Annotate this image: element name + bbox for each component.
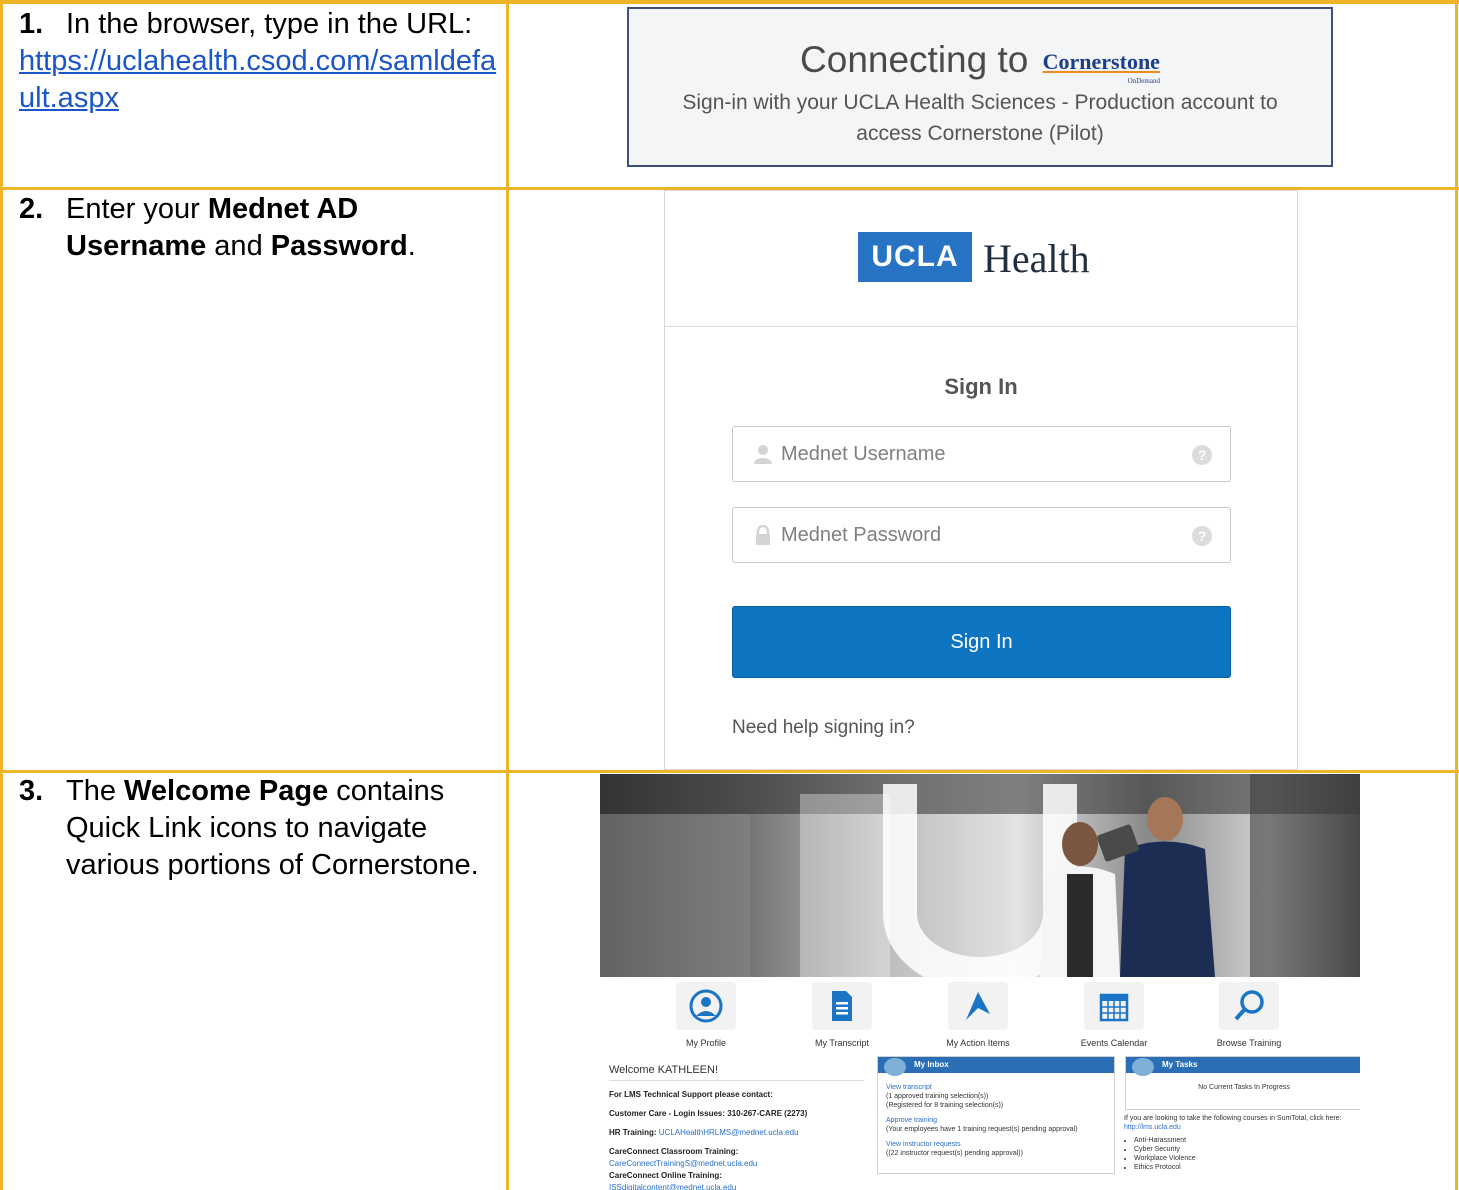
- transcript-icon: [832, 991, 852, 1021]
- calendar-icon: [1099, 993, 1129, 1022]
- username-field[interactable]: ?: [732, 426, 1231, 482]
- step-3-number: 3.: [19, 775, 44, 807]
- sumtotal-note: If you are looking to take the following…: [1124, 1114, 1354, 1172]
- sign-in-button[interactable]: Sign In: [732, 606, 1231, 678]
- list-item: Workplace Violence: [1134, 1154, 1354, 1163]
- list-item: Anti-Harassment: [1134, 1136, 1354, 1145]
- list-item: Ethics Protocol: [1134, 1163, 1354, 1172]
- sumtotal-course-list: Anti-Harassment Cyber Security Workplace…: [1134, 1136, 1354, 1172]
- quick-link-events-calendar[interactable]: Events Calendar: [1059, 982, 1169, 1048]
- banner-illustration: [600, 774, 1360, 977]
- welcome-banner-image: [600, 774, 1360, 977]
- list-item: Cyber Security: [1134, 1145, 1354, 1154]
- table-border-top: [0, 0, 1459, 4]
- login-url-link[interactable]: https://uclahealth.csod.com/samldefault.…: [19, 43, 497, 117]
- quick-links-bar: My Profile My Transcript My Action Items…: [600, 982, 1360, 1052]
- password-help-icon[interactable]: ?: [1192, 526, 1212, 546]
- connecting-screenshot: Connecting to Cornerstone OnDemand Sign-i…: [627, 7, 1333, 167]
- my-tasks-header: My Tasks: [1126, 1057, 1360, 1076]
- table-border-right: [1455, 0, 1458, 1190]
- inbox-icon: [884, 1058, 906, 1076]
- step-2-password-term: Password: [270, 230, 408, 262]
- my-inbox-header: My Inbox: [878, 1057, 1114, 1076]
- step-1-number: 1.: [19, 8, 44, 40]
- step-2-text: 2. Enter your Mednet AD Username and Pas…: [19, 191, 497, 265]
- quick-link-my-profile[interactable]: My Profile: [651, 982, 761, 1048]
- step-3-instruction: The Welcome Page contains Quick Link ico…: [66, 775, 479, 881]
- approve-training-link[interactable]: Approve training: [886, 1116, 1106, 1125]
- action-items-icon: [966, 992, 990, 1020]
- password-field[interactable]: ?: [732, 507, 1231, 563]
- my-inbox-panel: My Inbox View transcript (1 approved tra…: [877, 1056, 1115, 1174]
- cc-online-email[interactable]: ISSdigitalcontent@mednet.ucla.edu: [609, 1182, 864, 1190]
- quick-link-my-transcript[interactable]: My Transcript: [787, 982, 897, 1048]
- ucla-logo-box: UCLA: [858, 232, 972, 282]
- signin-heading: Sign In: [944, 374, 1018, 399]
- sumtotal-link[interactable]: http://lms.ucla.edu: [1124, 1124, 1181, 1131]
- table-border-left: [0, 0, 3, 1190]
- welcome-greeting: Welcome KATHLEEN!: [609, 1064, 864, 1081]
- step-3-text: 3. The Welcome Page contains Quick Link …: [19, 773, 497, 884]
- cornerstone-logo: Cornerstone OnDemand: [1042, 49, 1160, 86]
- username-input[interactable]: [781, 427, 1181, 481]
- step-1-text: 1. In the browser, type in the URL: http…: [19, 6, 497, 117]
- cc-classroom-email[interactable]: CareConnectTrainingS@mednet.ucla.edu: [609, 1158, 864, 1170]
- connecting-subtitle: Sign-in with your UCLA Health Sciences -…: [682, 91, 1278, 145]
- step-3-welcome-term: Welcome Page: [124, 775, 329, 807]
- quick-link-my-action-items[interactable]: My Action Items: [923, 982, 1033, 1048]
- view-transcript-link[interactable]: View transcript: [886, 1083, 1106, 1092]
- quick-link-browse-training[interactable]: Browse Training: [1194, 982, 1304, 1048]
- lock-icon: [756, 525, 770, 545]
- need-help-link[interactable]: Need help signing in?: [732, 717, 915, 739]
- connecting-title: Connecting to Cornerstone OnDemand: [800, 39, 1160, 86]
- no-tasks-message: No Current Tasks In Progress: [1198, 1084, 1290, 1091]
- profile-icon: [689, 989, 723, 1023]
- step-2-instruction: Enter your Mednet AD Username and Passwo…: [66, 193, 416, 262]
- my-tasks-panel: My Tasks No Current Tasks In Progress: [1125, 1056, 1360, 1110]
- tasks-icon: [1132, 1058, 1154, 1076]
- user-icon: [754, 445, 772, 464]
- ucla-health-logo: UCLA Health: [665, 191, 1297, 327]
- hr-training-email[interactable]: UCLAHealthHRLMS@mednet.ucla.edu: [659, 1128, 799, 1137]
- welcome-support-info: Welcome KATHLEEN! For LMS Technical Supp…: [609, 1064, 864, 1190]
- welcome-page-screenshot: My Profile My Transcript My Action Items…: [600, 774, 1360, 1190]
- search-icon: [1234, 990, 1264, 1021]
- login-screenshot: UCLA Health Sign In ? ? Sign In Need hel…: [664, 190, 1298, 770]
- health-logo-word: Health: [983, 236, 1090, 281]
- view-instructor-requests-link[interactable]: View instructor requests: [886, 1140, 1106, 1149]
- step-1-instruction: In the browser, type in the URL:: [66, 8, 473, 40]
- table-column-divider: [506, 0, 509, 1190]
- password-input[interactable]: [781, 508, 1181, 562]
- step-2-number: 2.: [19, 193, 44, 225]
- username-help-icon[interactable]: ?: [1192, 445, 1212, 465]
